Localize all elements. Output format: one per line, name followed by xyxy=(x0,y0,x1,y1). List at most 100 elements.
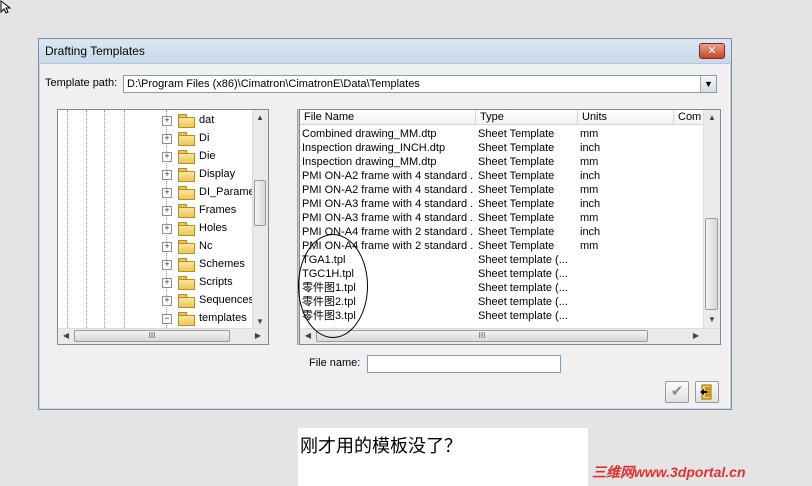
tree-vertical-scrollbar[interactable]: ▲ ▼ xyxy=(252,110,268,330)
table-row[interactable]: PMI ON-A3 frame with 4 standard ... Sheet… xyxy=(300,197,706,211)
file-units-cell: mm xyxy=(580,156,599,168)
file-units-cell: mm xyxy=(580,184,599,196)
checkmark-icon[interactable]: ✔ xyxy=(665,381,689,403)
file-list-vertical-scroll-thumb[interactable] xyxy=(705,218,718,310)
folder-icon xyxy=(178,150,195,164)
scroll-down-arrow-icon[interactable]: ▼ xyxy=(254,316,266,328)
expand-icon[interactable]: + xyxy=(162,296,172,306)
template-path-value: D:\Program Files (x86)\Cimatron\Cimatron… xyxy=(127,78,420,90)
folder-tree[interactable]: + dat + Di + Die + Display + DI_Parameter_ + Frames… xyxy=(57,109,269,345)
scroll-left-arrow-icon[interactable]: ◀ xyxy=(60,330,72,342)
column-header[interactable]: Type xyxy=(476,110,578,125)
chevron-down-icon[interactable]: ▼ xyxy=(700,76,716,92)
table-row[interactable]: PMI ON-A3 frame with 4 standard ... Sheet… xyxy=(300,211,706,225)
file-name-cell: PMI ON-A3 frame with 4 standard ... xyxy=(302,212,474,224)
dialog-title: Drafting Templates xyxy=(45,44,145,58)
table-row[interactable]: PMI ON-A4 frame with 2 standard ... Sheet… xyxy=(300,239,706,253)
table-row[interactable]: 零件图1.tpl Sheet template (... xyxy=(300,281,706,295)
expand-icon[interactable]: + xyxy=(162,188,172,198)
table-row[interactable]: PMI ON-A2 frame with 4 standard ... Sheet… xyxy=(300,169,706,183)
file-list[interactable]: File Name Type Units Com Combined drawing_M… xyxy=(299,109,721,345)
tree-vertical-scroll-thumb[interactable] xyxy=(254,180,266,226)
column-header[interactable]: Units xyxy=(578,110,674,125)
expand-icon[interactable]: + xyxy=(162,134,172,144)
file-name-cell: PMI ON-A2 frame with 4 standard ... xyxy=(302,184,474,196)
exit-door-icon[interactable] xyxy=(695,381,719,403)
file-type-cell: Sheet template (... xyxy=(478,282,568,294)
exit-door-icon xyxy=(700,384,712,400)
table-row[interactable]: PMI ON-A2 frame with 4 standard ... Sheet… xyxy=(300,183,706,197)
scroll-down-arrow-icon[interactable]: ▼ xyxy=(706,314,718,326)
template-path-combobox[interactable]: D:\Program Files (x86)\Cimatron\Cimatron… xyxy=(123,75,717,93)
caption-box: 刚才用的模板没了？ xyxy=(298,428,588,486)
scroll-up-arrow-icon[interactable]: ▲ xyxy=(254,112,266,124)
tree-item-label: Die xyxy=(199,150,216,162)
expand-icon[interactable]: + xyxy=(162,260,172,270)
file-type-cell: Sheet Template xyxy=(478,198,555,210)
file-type-cell: Sheet Template xyxy=(478,170,555,182)
tree-horizontal-scrollbar[interactable]: ◀ III ▶ xyxy=(58,328,268,344)
drafting-templates-dialog: Drafting Templates ✕ Template path: D:\P… xyxy=(38,38,732,410)
tree-item-label: Nc xyxy=(199,240,213,252)
scroll-up-arrow-icon[interactable]: ▲ xyxy=(706,112,718,124)
file-name-cell: PMI ON-A3 frame with 4 standard ... xyxy=(302,198,474,210)
file-type-cell: Sheet Template xyxy=(478,128,555,140)
file-list-horizontal-scrollbar[interactable]: ◀ III ▶ xyxy=(300,328,720,344)
expand-icon[interactable]: + xyxy=(162,242,172,252)
expand-icon[interactable]: + xyxy=(162,206,172,216)
folder-icon xyxy=(178,240,195,254)
table-row[interactable]: Combined drawing_MM.dtp Sheet Template mm xyxy=(300,127,706,141)
file-units-cell: inch xyxy=(580,170,601,182)
folder-icon xyxy=(178,168,195,182)
file-type-cell: Sheet Template xyxy=(478,142,555,154)
file-type-cell: Sheet Template xyxy=(478,156,555,168)
table-row[interactable]: PMI ON-A4 frame with 2 standard ... Sheet… xyxy=(300,225,706,239)
expand-icon[interactable]: + xyxy=(162,224,172,234)
file-list-vertical-scrollbar[interactable]: ▲ ▼ xyxy=(703,110,720,328)
scroll-right-arrow-icon[interactable]: ▶ xyxy=(252,330,264,342)
table-row[interactable]: TGC1H.tpl Sheet template (... xyxy=(300,267,706,281)
tree-guide-line xyxy=(67,110,68,328)
file-units-cell: mm xyxy=(580,240,599,252)
file-name-cell: 零件图1.tpl xyxy=(302,282,356,294)
folder-icon xyxy=(178,294,195,308)
tree-item-label: Display xyxy=(199,168,236,180)
file-name-cell: PMI ON-A4 frame with 2 standard ... xyxy=(302,226,474,238)
table-row[interactable]: TGA1.tpl Sheet template (... xyxy=(300,253,706,267)
tree-item-label: dat xyxy=(199,114,215,126)
file-name-cell: 零件图2.tpl xyxy=(302,296,356,308)
tree-item-label: Scripts xyxy=(199,276,233,288)
folder-open-icon xyxy=(178,312,195,326)
scroll-right-arrow-icon[interactable]: ▶ xyxy=(690,330,702,342)
watermark: 三维网www.3dportal.cn xyxy=(592,464,746,480)
collapse-icon[interactable]: − xyxy=(162,314,172,324)
table-row[interactable]: 零件图2.tpl Sheet template (... xyxy=(300,295,706,309)
table-row[interactable]: 零件图3.tpl Sheet template (... xyxy=(300,309,706,323)
arrow-cursor-icon xyxy=(0,0,12,14)
folder-icon xyxy=(178,132,195,146)
file-type-cell: Sheet template (... xyxy=(478,268,568,280)
column-header[interactable]: File Name xyxy=(300,110,476,125)
caption-text: 刚才用的模板没了？ xyxy=(300,436,462,456)
expand-icon[interactable]: + xyxy=(162,152,172,162)
table-row[interactable]: Inspection drawing_INCH.dtp Sheet Templat… xyxy=(300,141,706,155)
folder-icon xyxy=(178,258,195,272)
tree-item-label: Holes xyxy=(199,222,228,234)
scroll-left-arrow-icon[interactable]: ◀ xyxy=(302,330,314,342)
template-path-label: Template path: xyxy=(45,77,118,89)
tree-item-label: Schemes xyxy=(199,258,245,270)
expand-icon[interactable]: + xyxy=(162,170,172,180)
file-name-cell: 零件图3.tpl xyxy=(302,310,356,322)
file-list-horizontal-scroll-thumb[interactable]: III xyxy=(316,330,648,342)
tree-guide-line xyxy=(86,110,87,328)
file-type-cell: Sheet template (... xyxy=(478,296,568,308)
expand-icon[interactable]: + xyxy=(162,278,172,288)
table-row[interactable]: Inspection drawing_MM.dtp Sheet Template m… xyxy=(300,155,706,169)
tree-item-label: templates xyxy=(199,312,247,324)
expand-icon[interactable]: + xyxy=(162,116,172,126)
folder-icon xyxy=(178,114,195,128)
file-name-input[interactable] xyxy=(367,355,561,373)
close-button[interactable]: ✕ xyxy=(699,43,725,59)
tree-horizontal-scroll-thumb[interactable]: III xyxy=(74,330,230,342)
file-units-cell: inch xyxy=(580,198,601,210)
